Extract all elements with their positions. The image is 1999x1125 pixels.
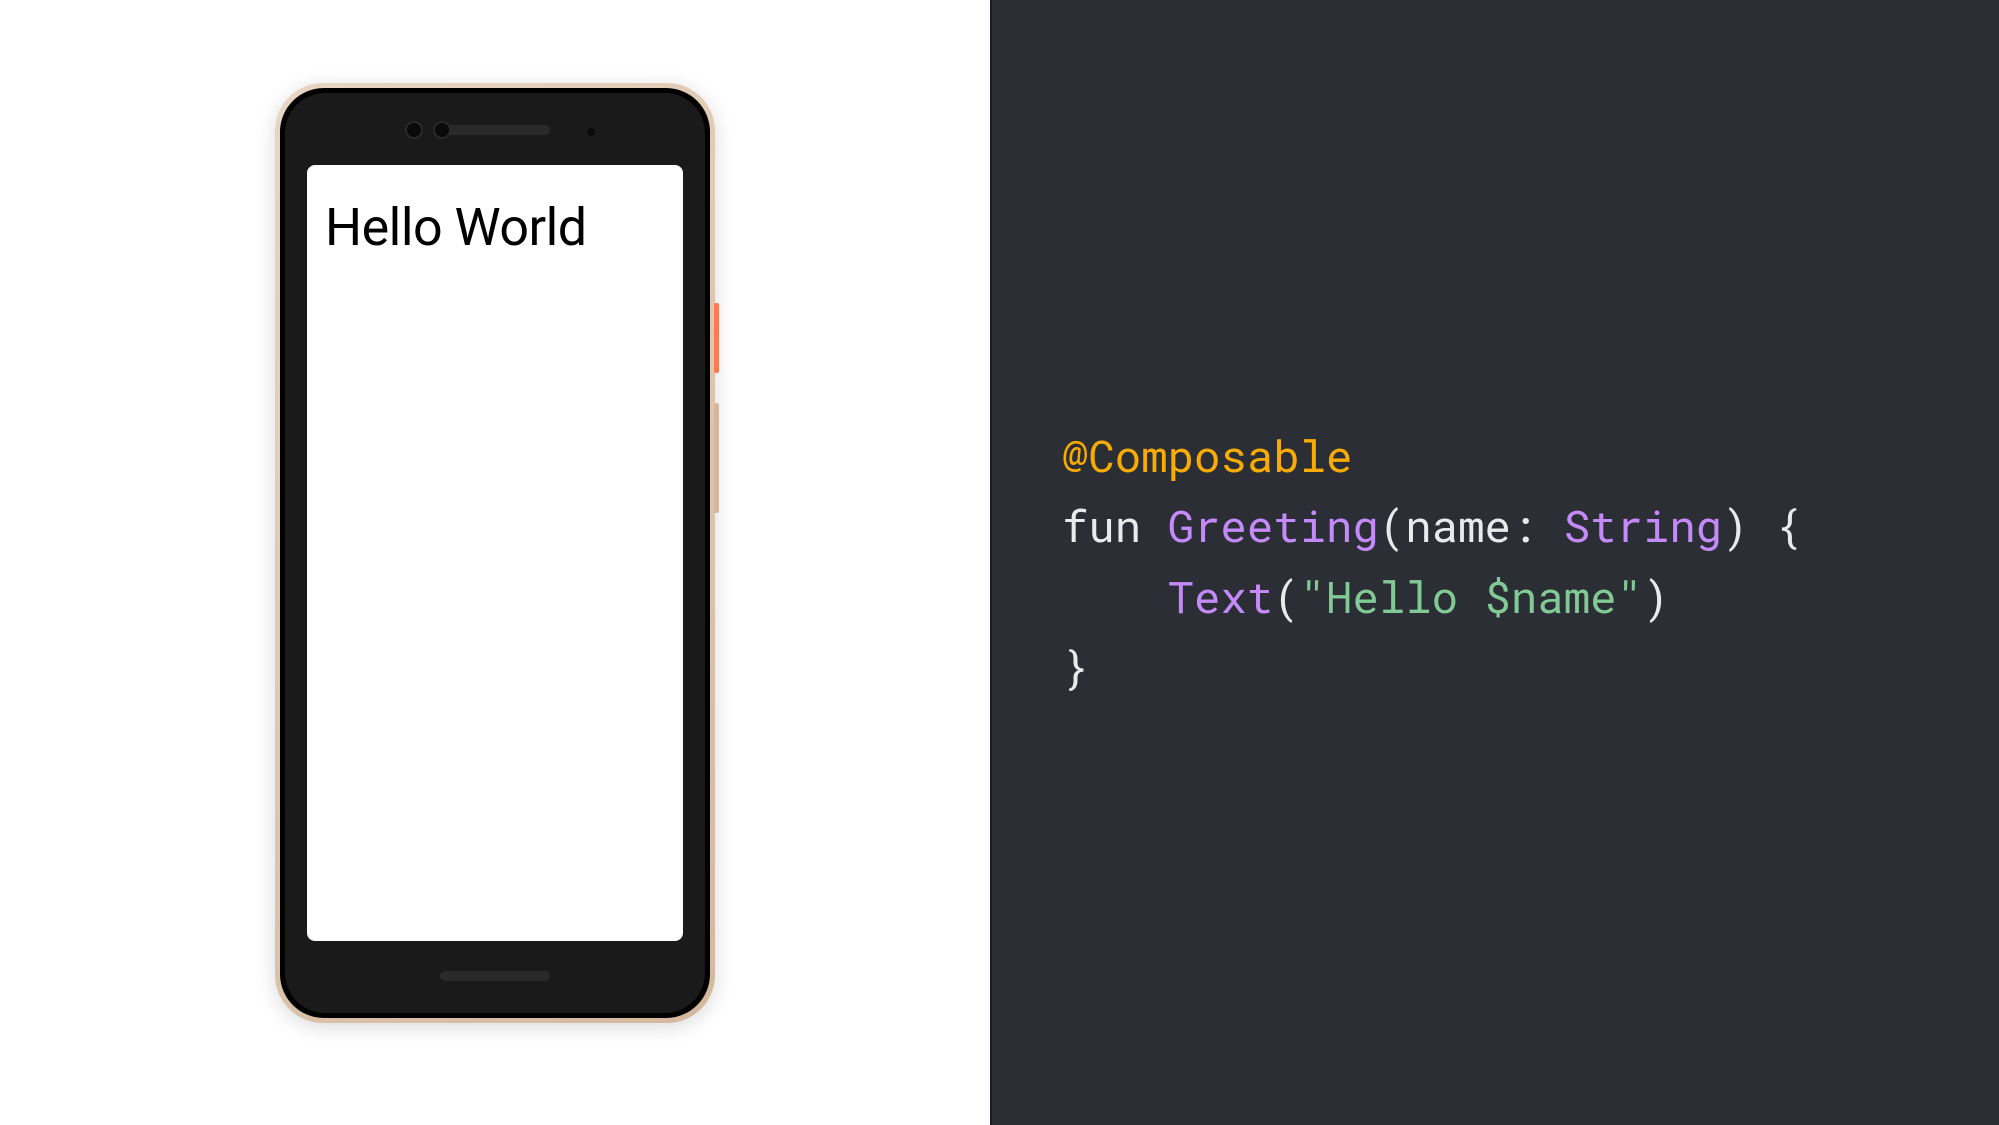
- power-button-icon: [714, 303, 719, 373]
- phone-screen: Hello World: [307, 165, 683, 941]
- indent: [1062, 567, 1168, 625]
- function-name-greeting: Greeting: [1168, 496, 1379, 554]
- speaker-bottom-icon: [440, 971, 550, 981]
- camera-icon: [405, 121, 423, 139]
- closing-brace: }: [1062, 637, 1088, 695]
- speaker-top-icon: [440, 125, 550, 135]
- preview-panel: Hello World: [0, 0, 990, 1125]
- text-paren-close: ): [1643, 567, 1669, 625]
- string-literal: "Hello $name": [1300, 567, 1643, 625]
- code-panel: @Composable fun Greeting(name: String) {…: [990, 0, 1999, 1125]
- keyword-fun: fun: [1062, 496, 1141, 554]
- text-paren-open: (: [1273, 567, 1299, 625]
- sensor-icon: [587, 128, 595, 136]
- phone-bezel: Hello World: [285, 93, 705, 1013]
- paren-open: (: [1379, 496, 1405, 554]
- camera-icon: [433, 121, 451, 139]
- volume-button-icon: [714, 403, 719, 513]
- greeting-text: Hello World: [325, 197, 665, 258]
- annotation-composable: @Composable: [1062, 426, 1352, 484]
- phone-mockup: Hello World: [275, 83, 715, 1023]
- paren-close-brace: ) {: [1722, 496, 1801, 554]
- param-name: name: [1405, 496, 1511, 554]
- code-snippet: @Composable fun Greeting(name: String) {…: [1062, 420, 1999, 702]
- type-string: String: [1564, 496, 1722, 554]
- function-name-text: Text: [1168, 567, 1274, 625]
- colon: :: [1511, 496, 1564, 554]
